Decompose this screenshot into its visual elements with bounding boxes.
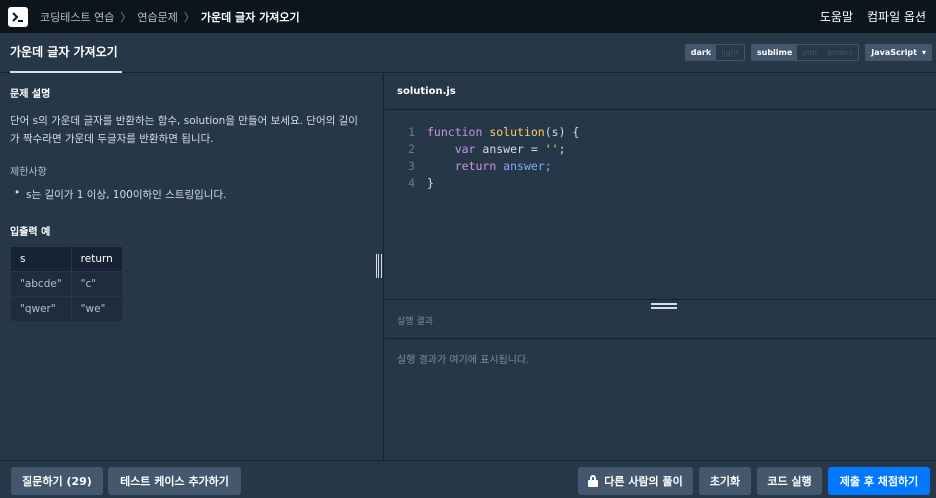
breadcrumb-coding-test[interactable]: 코딩테스트 연습 <box>40 9 114 25</box>
table-cell: "qwer" <box>10 296 72 322</box>
keymap-vim-button[interactable]: vim <box>797 45 823 60</box>
table-header-cell: s <box>10 246 72 272</box>
theme-light-button[interactable]: light <box>716 45 744 60</box>
result-placeholder: 실행 결과가 여기에 표시됩니다. <box>397 355 530 366</box>
code-token: return <box>454 159 497 173</box>
constraint-item: s는 길이가 1 이상, 100이하인 스트링입니다. <box>14 187 226 202</box>
others-solutions-label: 다른 사람의 풀이 <box>604 475 683 488</box>
code-token: answer = <box>475 142 545 156</box>
add-testcase-label: 테스트 케이스 추가하기 <box>120 475 229 488</box>
code-token: answer; <box>496 159 552 173</box>
problem-description: 단어 s의 가운데 글자를 반환하는 함수, solution을 만들어 보세요… <box>10 115 358 145</box>
table-header-cell: return <box>70 246 123 272</box>
code-token: ; <box>558 142 566 156</box>
table-row: "qwer" "we" <box>10 296 123 322</box>
line-number: 4 <box>408 176 415 190</box>
code-line: 1 function solution(s) { <box>385 125 579 142</box>
ask-question-button[interactable]: 질문하기 (29) <box>11 467 103 495</box>
breadcrumb: 코딩테스트 연습 〉 연습문제 〉 가운데 글자 가져오기 <box>40 9 300 25</box>
line-number: 2 <box>408 142 415 156</box>
code-editor[interactable]: 1 function solution(s) { 2 var answer = … <box>385 111 936 299</box>
code-line: 3 return answer; <box>385 159 552 176</box>
code-token: function <box>427 125 483 139</box>
run-code-label: 코드 실행 <box>767 475 812 488</box>
result-title: 실행 결과 <box>397 317 433 327</box>
table-cell: "c" <box>70 271 123 297</box>
help-link[interactable]: 도움말 <box>820 8 853 25</box>
code-token: } <box>427 176 434 190</box>
code-line: 2 var answer = ''; <box>385 142 566 159</box>
result-header: 실행 결과 <box>385 299 936 339</box>
lock-icon <box>588 475 599 487</box>
vertical-resize-handle[interactable] <box>376 254 382 278</box>
problem-section-title: 문제 설명 <box>10 89 51 100</box>
theme-toggle: dark light <box>684 44 745 61</box>
keymap-sublime-button[interactable]: sublime <box>751 45 798 60</box>
table-cell: "we" <box>70 296 123 322</box>
reset-label: 초기화 <box>709 475 741 488</box>
chevron-down-icon: ▾ <box>921 48 926 57</box>
reset-button[interactable]: 초기화 <box>699 467 751 495</box>
tab-problem-title[interactable]: 가운데 글자 가져오기 <box>10 33 122 73</box>
programmers-logo-icon[interactable] <box>8 6 28 27</box>
table-header-row: s return <box>10 246 123 272</box>
compile-options-link[interactable]: 컴파일 옵션 <box>867 8 926 25</box>
line-number: 3 <box>408 159 415 173</box>
language-label: JavaScript <box>871 48 917 57</box>
code-token: solution <box>489 125 545 139</box>
line-number: 1 <box>408 125 415 139</box>
add-testcase-button[interactable]: 테스트 케이스 추가하기 <box>108 467 241 495</box>
horizontal-resize-handle[interactable] <box>651 303 677 309</box>
keymap-toggle: sublime vim emacs <box>750 44 860 61</box>
table-row: "abcde" "c" <box>10 271 123 297</box>
language-select[interactable]: JavaScript ▾ <box>865 44 932 61</box>
submit-label: 제출 후 채점하기 <box>839 475 919 488</box>
others-solutions-button[interactable]: 다른 사람의 풀이 <box>578 467 693 495</box>
code-token: '' <box>544 142 559 156</box>
run-code-button[interactable]: 코드 실행 <box>757 467 822 495</box>
breadcrumb-practice[interactable]: 연습문제 <box>137 9 177 25</box>
footer-toolbar: 질문하기 (29) 테스트 케이스 추가하기 다른 사람의 풀이 초기화 코드 … <box>0 460 936 498</box>
code-line: 4 } <box>385 176 434 193</box>
code-token: (s) { <box>544 125 580 139</box>
code-token: var <box>454 142 476 156</box>
keymap-emacs-button[interactable]: emacs <box>822 45 859 60</box>
table-cell: "abcde" <box>10 271 72 297</box>
ask-question-label: 질문하기 (29) <box>22 475 92 488</box>
submit-button[interactable]: 제출 후 채점하기 <box>828 467 930 495</box>
editor-options: dark light sublime vim emacs JavaScript … <box>684 44 932 61</box>
constraints-title: 제한사항 <box>10 167 47 178</box>
editor-file-tab: solution.js <box>385 74 936 110</box>
theme-dark-button[interactable]: dark <box>685 45 717 60</box>
top-navbar: 코딩테스트 연습 〉 연습문제 〉 가운데 글자 가져오기 도움말 컴파일 옵션 <box>0 0 936 33</box>
io-example-table: s return "abcde" "c" "qwer" "we" <box>10 246 123 322</box>
title-bar: 가운데 글자 가져오기 dark light sublime vim emacs… <box>0 33 936 73</box>
chevron-right-icon: 〉 <box>183 10 195 24</box>
io-example-title: 입출력 예 <box>10 227 51 238</box>
chevron-right-icon: 〉 <box>120 10 132 24</box>
breadcrumb-current: 가운데 글자 가져오기 <box>200 10 300 24</box>
